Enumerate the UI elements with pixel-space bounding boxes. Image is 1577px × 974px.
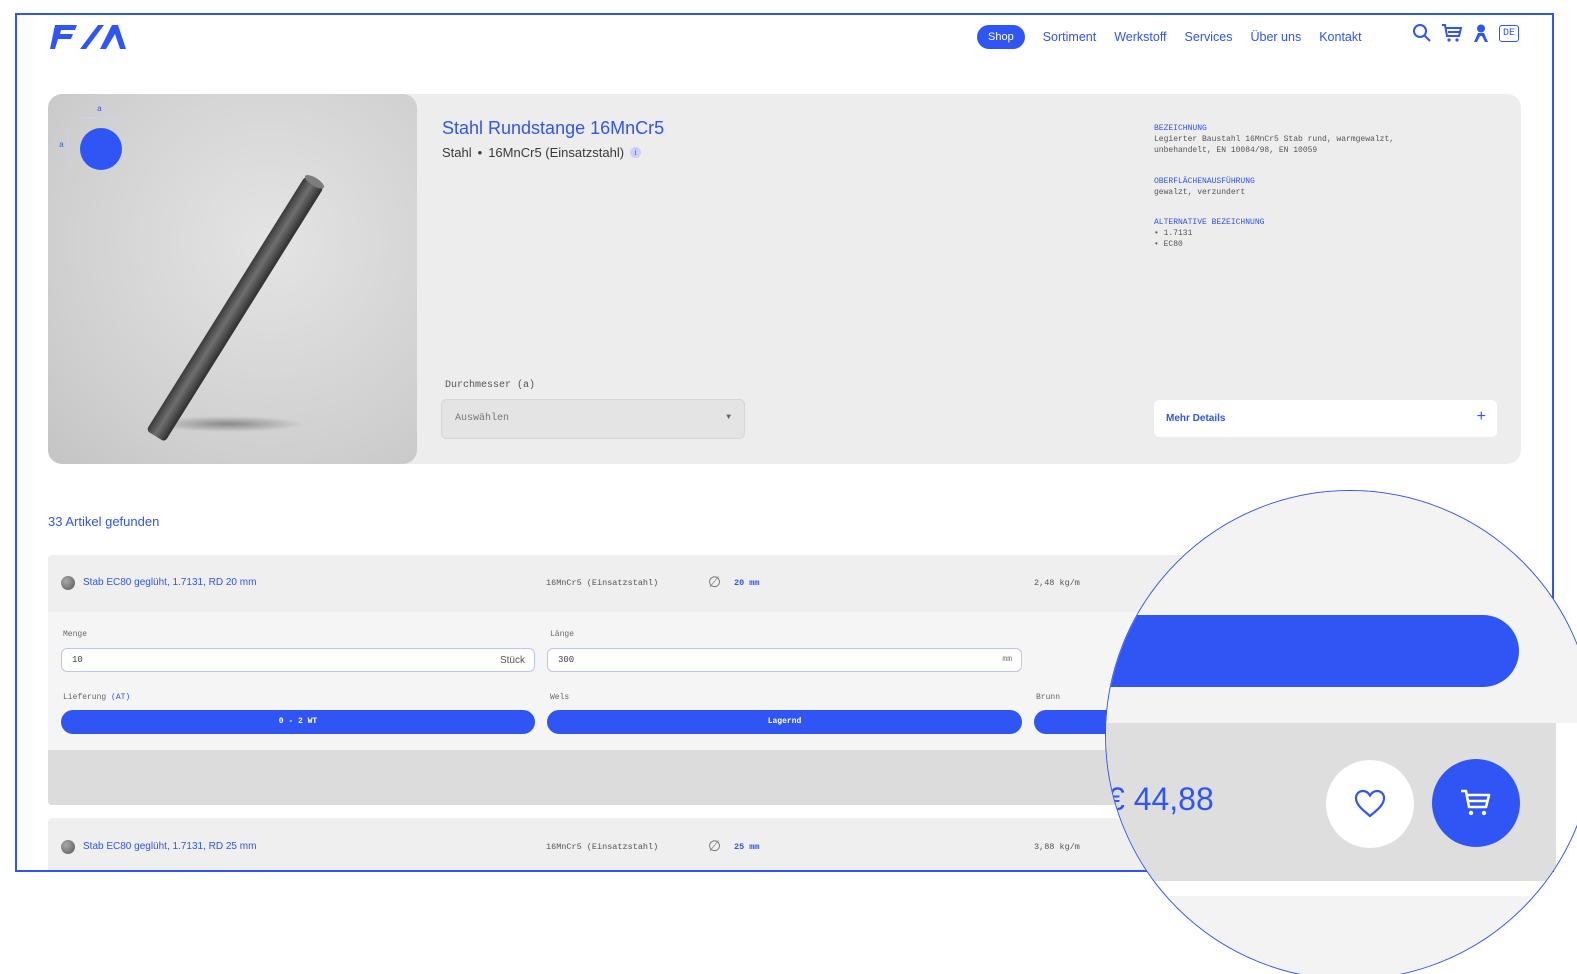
spec-line: • 1.7131 <box>1154 229 1193 238</box>
article-weight: 3,88 kg/m <box>1034 842 1080 852</box>
spec-line: gewalzt, verzundert <box>1154 188 1246 197</box>
length-input[interactable]: 300 mm <box>547 648 1022 672</box>
quantity-label: Menge <box>63 630 88 639</box>
results-count: 33 Artikel gefunden <box>48 514 160 529</box>
length-value: 300 <box>558 655 575 665</box>
logo[interactable] <box>50 24 136 50</box>
info-icon[interactable]: i <box>630 147 642 158</box>
nav-services[interactable]: Services <box>1185 30 1233 44</box>
diameter-icon: ∅ <box>708 574 722 591</box>
article-diameter: 20 mm <box>734 578 760 588</box>
quantity-value: 10 <box>72 655 83 665</box>
diameter-select[interactable]: Auswählen ▼ <box>441 399 745 439</box>
stock-wels-label: Wels <box>550 693 570 702</box>
diameter-select-value: Auswählen <box>455 413 510 424</box>
stock-brunn-label: Brunn <box>1036 693 1061 702</box>
language-switch[interactable]: DE <box>1499 24 1520 42</box>
add-to-cart-button[interactable] <box>1432 759 1520 847</box>
nav-ueber-uns[interactable]: Über uns <box>1250 30 1301 44</box>
header-icons: DE <box>1412 23 1520 43</box>
product-subtitle: Stahl • 16MnCr5 (Einsatzstahl) i <box>442 145 642 160</box>
magnifier-next-row <box>1106 896 1556 974</box>
logo-mark <box>50 25 126 49</box>
article-name[interactable]: Stab EC80 geglüht, 1.7131, RD 25 mm <box>83 841 256 852</box>
nav-shop[interactable]: Shop <box>977 24 1025 49</box>
article-grade: 16MnCr5 (Einsatzstahl) <box>546 842 659 852</box>
spec-line: Legierter Baustahl 16MnCr5 Stab rund, wa… <box>1154 135 1395 144</box>
quantity-unit: Stück <box>499 655 525 666</box>
product-material: Stahl <box>442 145 472 160</box>
round-bar-icon <box>61 840 75 854</box>
spec-oberflaeche: OBERFLÄCHENAUSFÜHRUNG gewalzt, verzunder… <box>1154 176 1255 198</box>
length-unit: mm <box>1002 655 1012 664</box>
nav-werkstoff[interactable]: Werkstoff <box>1114 30 1166 44</box>
diameter-diagram <box>67 117 122 170</box>
spec-label: ALTERNATIVE BEZEICHNUNG <box>1154 218 1265 227</box>
spec-line: unbehandelt, EN 10084/98, EN 10059 <box>1154 146 1318 155</box>
diameter-label: Durchmesser (a) <box>445 380 536 391</box>
magnifier-stock-bar <box>1106 615 1519 687</box>
spec-bezeichnung: BEZEICHNUNG Legierter Baustahl 16MnCr5 S… <box>1154 123 1394 156</box>
product-title: Stahl Rundstange 16MnCr5 <box>442 118 665 138</box>
zoom-magnifier: € 44,88 <box>1105 490 1577 974</box>
user-icon[interactable] <box>1472 23 1490 43</box>
spec-line: • EC80 <box>1154 240 1183 249</box>
dimension-label-side: a <box>59 141 64 150</box>
magnifier-background <box>1106 491 1577 723</box>
article-grade: 16MnCr5 (Einsatzstahl) <box>546 578 659 588</box>
more-details-label: Mehr Details <box>1166 413 1226 424</box>
wishlist-button[interactable] <box>1326 760 1414 848</box>
plus-icon: + <box>1476 408 1486 425</box>
delivery-label: Lieferung (AT) <box>63 693 130 702</box>
article-price: € 44,88 <box>1107 781 1214 817</box>
article-name[interactable]: Stab EC80 geglüht, 1.7131, RD 20 mm <box>83 577 256 588</box>
more-details-button[interactable]: Mehr Details + <box>1154 400 1497 437</box>
article-diameter: 25 mm <box>734 842 760 852</box>
spec-alternative: ALTERNATIVE BEZEICHNUNG • 1.7131 • EC80 <box>1154 217 1264 250</box>
delivery-time-bar: 0 - 2 WT <box>61 710 535 734</box>
cart-icon[interactable] <box>1441 23 1463 43</box>
round-bar-icon <box>61 576 75 590</box>
spec-label: BEZEICHNUNG <box>1154 124 1207 133</box>
main-nav: Shop Sortiment Werkstoff Services Über u… <box>977 24 1380 49</box>
heart-icon <box>1354 789 1386 818</box>
quantity-input[interactable]: 10 Stück <box>61 648 535 672</box>
bullet: • <box>477 145 483 160</box>
spec-label: OBERFLÄCHENAUSFÜHRUNG <box>1154 177 1255 186</box>
diameter-icon: ∅ <box>708 838 722 855</box>
product-panel: a a Stahl Rundstange 16MnCr5 Stahl • 16M… <box>48 94 1521 464</box>
length-label: Länge <box>550 630 575 639</box>
product-image: a a <box>48 94 417 464</box>
dimension-label-top: a <box>97 105 102 114</box>
delivery-region: (AT) <box>111 693 131 702</box>
stock-wels-bar: Lagernd <box>547 710 1022 734</box>
search-icon[interactable] <box>1412 23 1432 43</box>
cart-icon <box>1461 789 1491 816</box>
chevron-down-icon: ▼ <box>726 413 731 422</box>
nav-kontakt[interactable]: Kontakt <box>1319 30 1361 44</box>
delivery-label-text: Lieferung <box>63 693 107 702</box>
article-weight: 2,48 kg/m <box>1034 578 1080 588</box>
nav-sortiment[interactable]: Sortiment <box>1043 30 1097 44</box>
product-grade: 16MnCr5 (Einsatzstahl) <box>488 145 625 160</box>
